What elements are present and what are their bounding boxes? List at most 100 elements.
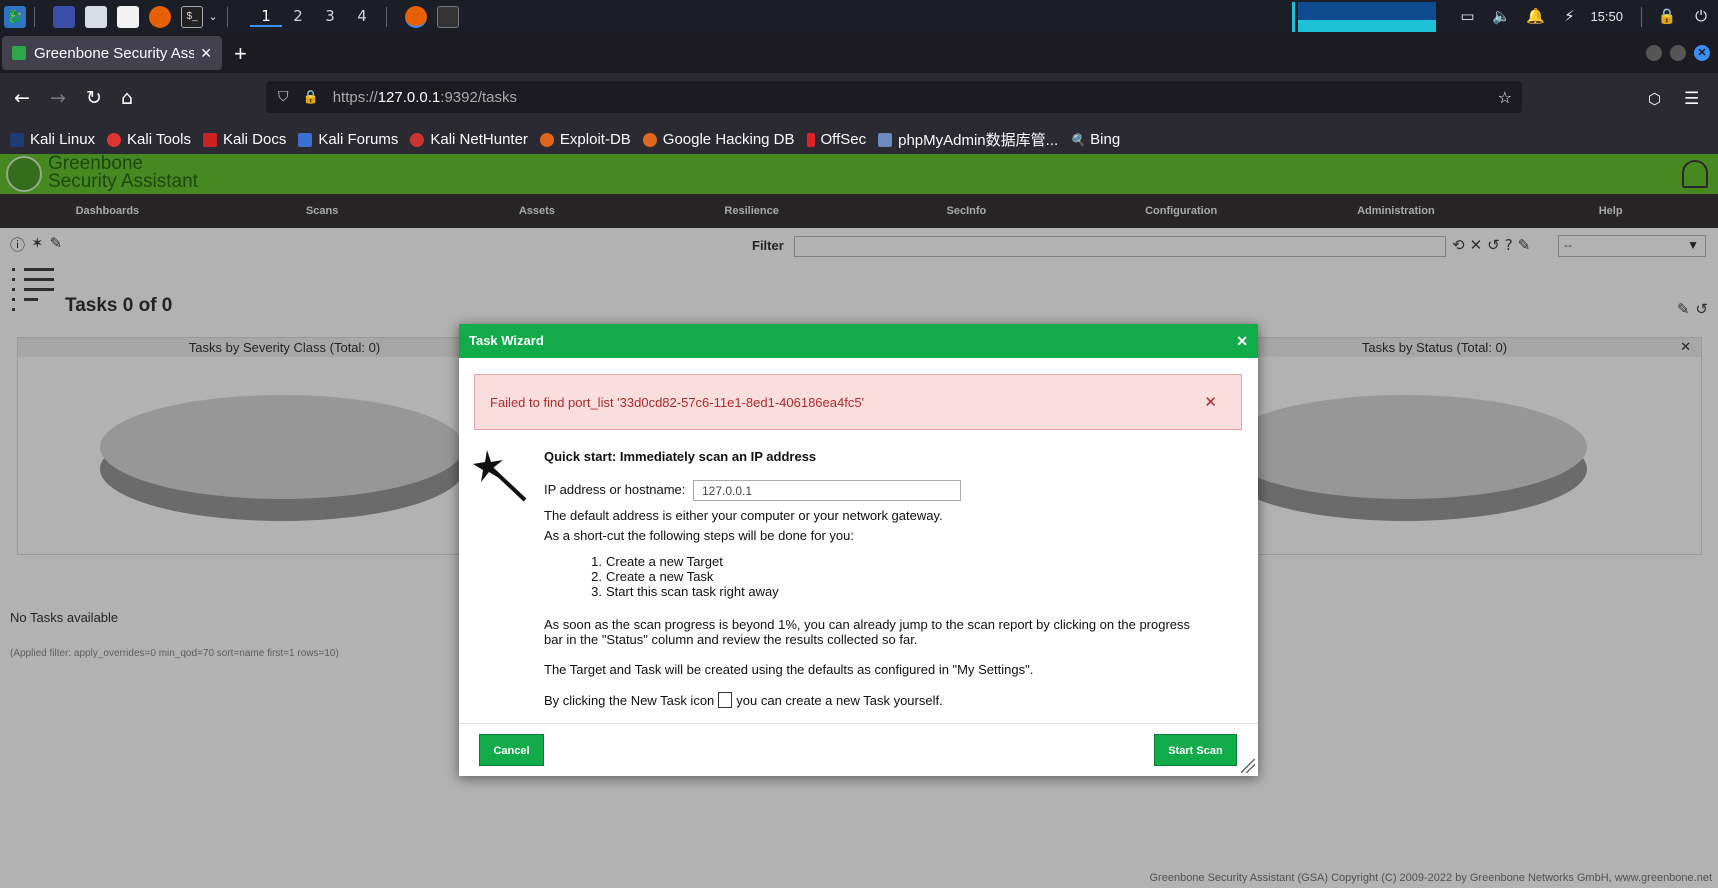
bookmark-kali-nethunter[interactable]: Kali NetHunter xyxy=(410,131,528,148)
hamburger-menu-icon[interactable]: ☰ xyxy=(1684,89,1699,109)
new-task-note: By clicking the New Task icon you can cre… xyxy=(544,692,943,708)
magic-wand-icon xyxy=(473,450,527,502)
dismiss-error-icon[interactable]: ✕ xyxy=(1204,393,1217,411)
home-icon[interactable]: ⌂ xyxy=(121,87,133,109)
resize-handle[interactable] xyxy=(1241,759,1255,773)
dialog-header: Task Wizard ✕ xyxy=(459,324,1258,358)
error-message: Failed to find port_list '33d0cd82-57c6-… xyxy=(490,395,865,410)
ip-label: IP address or hostname: xyxy=(544,482,686,497)
bookmark-google-hacking-db[interactable]: Google Hacking DB xyxy=(642,131,795,148)
window-controls: ✕ xyxy=(1646,45,1710,61)
kali-forums-icon xyxy=(298,132,313,147)
power-icon[interactable]: ⚡ xyxy=(1559,7,1579,27)
cancel-button[interactable]: Cancel xyxy=(479,734,544,766)
chevron-down-icon[interactable]: ⌄ xyxy=(207,6,219,28)
new-task-note-end: you can create a new Task yourself. xyxy=(736,693,943,708)
panel-separator xyxy=(34,6,35,27)
error-alert: Failed to find port_list '33d0cd82-57c6-… xyxy=(474,374,1242,430)
screen: 🐉 $_ ⌄ 1 2 3 4 ▭ 🔈 🔔 ⚡ 15:50 🔒 ⏻ Greenbo… xyxy=(0,0,1718,888)
workspace-3[interactable]: 3 xyxy=(314,7,346,27)
kali-docs-icon xyxy=(202,132,217,147)
shield-icon[interactable]: ⛉ xyxy=(278,89,289,105)
bookmark-kali-linux[interactable]: Kali Linux xyxy=(10,131,95,148)
dialog-title: Task Wizard xyxy=(469,333,544,348)
settings-note: The Target and Task will be created usin… xyxy=(544,662,1034,677)
forward-icon[interactable]: → xyxy=(50,87,66,109)
list-item: 1. Create a new Target xyxy=(591,554,723,569)
clock: 15:50 xyxy=(1590,9,1623,24)
bookmark-phpmyadmin[interactable]: phpMyAdmin数据库管... xyxy=(878,129,1058,150)
firefox-icon[interactable] xyxy=(149,5,171,28)
list-item: 2. Create a new Task xyxy=(591,569,714,584)
progress-note-line-2: bar in the "Status" column and review th… xyxy=(544,632,918,647)
file-manager-icon[interactable] xyxy=(85,5,107,28)
lock-icon[interactable]: 🔒 xyxy=(303,90,319,105)
default-address-note: The default address is either your compu… xyxy=(544,508,943,523)
workspace-4[interactable]: 4 xyxy=(346,7,378,27)
panel-separator xyxy=(1641,6,1642,27)
ip-address-input[interactable]: 127.0.0.1 xyxy=(693,480,961,501)
kali-tools-icon xyxy=(107,132,122,147)
close-tab-icon[interactable]: ✕ xyxy=(200,45,212,62)
system-tray: ▭ 🔈 🔔 ⚡ 15:50 🔒 ⏻ xyxy=(1292,0,1718,33)
pocket-icon[interactable]: ⬡ xyxy=(1648,90,1661,108)
task-wizard-dialog: Task Wizard ✕ Failed to find port_list '… xyxy=(459,324,1258,776)
new-task-icon xyxy=(718,692,733,708)
url-bar[interactable]: ⛉ 🔒 https://127.0.0.1:9392/tasks ☆ xyxy=(266,81,1522,113)
exploit-db-icon xyxy=(539,132,554,147)
terminal-icon[interactable]: $_ xyxy=(181,5,203,28)
quick-start-heading: Quick start: Immediately scan an IP addr… xyxy=(544,449,817,464)
desktop-icon[interactable] xyxy=(53,5,75,28)
offsec-icon xyxy=(806,132,815,147)
taskbar-terminal-icon[interactable] xyxy=(437,5,459,28)
volume-icon[interactable]: 🔈 xyxy=(1491,7,1511,27)
lock-icon[interactable]: 🔒 xyxy=(1657,7,1677,27)
kali-menu-icon[interactable]: 🐉 xyxy=(4,5,26,28)
workspace-1[interactable]: 1 xyxy=(250,7,282,27)
logout-icon[interactable]: ⏻ xyxy=(1691,7,1711,27)
panel-separator xyxy=(386,6,387,27)
maximize-button[interactable] xyxy=(1670,45,1686,61)
cpu-usage-graph xyxy=(1292,1,1437,32)
taskbar-firefox-icon[interactable] xyxy=(405,5,427,28)
browser-tab-bar: Greenbone Security Assist ✕ + ✕ xyxy=(0,33,1718,73)
panel-separator xyxy=(227,6,228,27)
phpmyadmin-icon xyxy=(878,132,893,147)
text-editor-icon[interactable] xyxy=(117,5,139,28)
workspace-switcher: 1 2 3 4 xyxy=(250,7,378,27)
steps-list: 1. Create a new Target 2. Create a new Tas… xyxy=(584,554,779,599)
bookmark-kali-docs[interactable]: Kali Docs xyxy=(202,131,286,148)
ghdb-icon xyxy=(642,132,657,147)
new-task-note-start: By clicking the New Task icon xyxy=(544,693,715,708)
shortcut-note: As a short-cut the following steps will … xyxy=(544,528,854,543)
bookmark-kali-forums[interactable]: Kali Forums xyxy=(298,131,398,148)
nethunter-icon xyxy=(410,132,425,147)
start-scan-button[interactable]: Start Scan xyxy=(1154,734,1237,766)
workspace-2[interactable]: 2 xyxy=(282,7,314,27)
reload-icon[interactable]: ↻ xyxy=(86,87,102,109)
bookmark-offsec[interactable]: OffSec xyxy=(806,131,866,148)
browser-nav-bar: ← → ↻ ⌂ ⛉ 🔒 https://127.0.0.1:9392/tasks… xyxy=(0,73,1718,125)
bookmark-kali-tools[interactable]: Kali Tools xyxy=(107,131,191,148)
bookmark-bing[interactable]: 🔍 Bing xyxy=(1070,131,1120,148)
list-item: 3. Start this scan task right away xyxy=(591,584,779,599)
bookmark-exploit-db[interactable]: Exploit-DB xyxy=(539,131,631,148)
minimize-button[interactable] xyxy=(1646,45,1662,61)
bookmark-star-icon[interactable]: ☆ xyxy=(1498,88,1512,107)
screen-icon[interactable]: ▭ xyxy=(1457,7,1477,27)
close-window-button[interactable]: ✕ xyxy=(1694,45,1710,61)
new-tab-button[interactable]: + xyxy=(234,41,247,67)
os-top-panel: 🐉 $_ ⌄ 1 2 3 4 ▭ 🔈 🔔 ⚡ 15:50 🔒 ⏻ xyxy=(0,0,1718,33)
bookmarks-bar: Kali Linux Kali Tools Kali Docs Kali For… xyxy=(0,125,1718,154)
tab-title: Greenbone Security Assist xyxy=(34,44,195,62)
progress-note-line-1: As soon as the scan progress is beyond 1… xyxy=(544,617,1191,632)
kali-dragon-icon xyxy=(10,132,24,147)
back-icon[interactable]: ← xyxy=(14,87,30,109)
notification-bell-icon[interactable]: 🔔 xyxy=(1525,7,1545,27)
close-dialog-icon[interactable]: ✕ xyxy=(1236,324,1248,358)
url-text[interactable]: https://127.0.0.1:9392/tasks xyxy=(333,89,517,106)
browser-tab[interactable]: Greenbone Security Assist ✕ xyxy=(2,36,222,70)
greenbone-favicon-icon xyxy=(12,46,26,60)
search-icon: 🔍 xyxy=(1070,132,1086,147)
dialog-footer: Cancel Start Scan xyxy=(459,723,1258,776)
